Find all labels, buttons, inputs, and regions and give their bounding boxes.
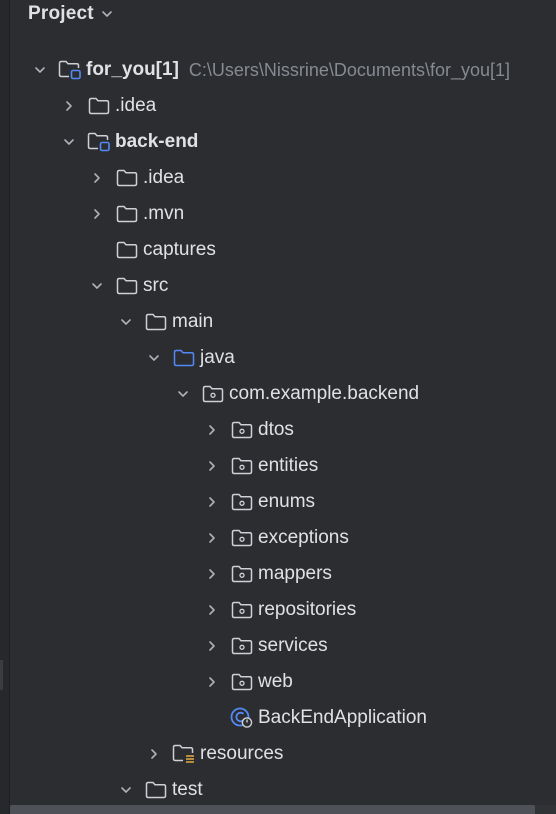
package-icon	[230, 491, 254, 513]
tree-node-label: java	[200, 347, 235, 368]
tree-node-label: exceptions	[258, 527, 349, 548]
tree-node-label: entities	[258, 455, 319, 476]
folder-icon	[115, 167, 139, 189]
chevron-right-icon[interactable]	[202, 492, 222, 512]
project-path: C:\Users\Nissrine\Documents\for_you[1]	[188, 59, 511, 80]
folder-icon	[87, 95, 111, 117]
chevron-right-icon[interactable]	[202, 636, 222, 656]
tree-node-label: .idea	[115, 95, 157, 116]
chevron-right-icon[interactable]	[59, 96, 79, 116]
chevron-right-icon[interactable]	[202, 564, 222, 584]
tree-node-resources[interactable]: resources	[0, 736, 556, 772]
chevron-right-icon[interactable]	[87, 204, 107, 224]
folder-icon	[115, 239, 139, 261]
tree-node-label: src	[143, 275, 169, 296]
package-icon	[230, 599, 254, 621]
chevron-down-icon[interactable]	[59, 132, 79, 152]
tree-node-label: services	[258, 635, 328, 656]
chevron-down-icon[interactable]	[116, 780, 136, 800]
tree-node-test[interactable]: test	[0, 772, 556, 808]
tree-node-label: web	[258, 671, 293, 692]
tree-node-for-you-1[interactable]: for_you[1] C:\Users\Nissrine\Documents\fo…	[0, 52, 556, 88]
tree-node-backendapplication[interactable]: BackEndApplication	[0, 700, 556, 736]
chevron-right-icon[interactable]	[202, 600, 222, 620]
module-folder-icon	[87, 131, 111, 153]
chevron-down-icon	[100, 7, 114, 21]
tree-node-idea[interactable]: .idea	[0, 88, 556, 124]
chevron-right-icon[interactable]	[144, 744, 164, 764]
resources-folder-icon	[172, 743, 196, 765]
package-icon	[230, 563, 254, 585]
tree-node-web[interactable]: web	[0, 664, 556, 700]
folder-icon	[115, 275, 139, 297]
chevron-right-icon[interactable]	[202, 672, 222, 692]
tree-node-label: resources	[200, 743, 284, 764]
tree-node-captures[interactable]: captures	[0, 232, 556, 268]
tree-node-label: for_you[1]	[86, 59, 179, 80]
tree-node-label: dtos	[258, 419, 294, 440]
spring-boot-class-icon	[230, 707, 254, 729]
tree-node-com-example-backend[interactable]: com.example.backend	[0, 376, 556, 412]
panel-title: Project	[28, 3, 94, 24]
project-view-selector[interactable]: Project	[28, 0, 114, 28]
folder-icon	[115, 203, 139, 225]
chevron-down-icon[interactable]	[173, 384, 193, 404]
tree-node-label: captures	[143, 239, 216, 260]
tree-node-mvn[interactable]: .mvn	[0, 196, 556, 232]
tree-node-mappers[interactable]: mappers	[0, 556, 556, 592]
tree-node-enums[interactable]: enums	[0, 484, 556, 520]
tree-node-repositories[interactable]: repositories	[0, 592, 556, 628]
package-icon	[230, 671, 254, 693]
chevron-down-icon[interactable]	[30, 60, 50, 80]
package-icon	[230, 419, 254, 441]
package-icon	[230, 635, 254, 657]
tree-node-label: com.example.backend	[229, 383, 420, 404]
tree-node-label: test	[172, 779, 203, 800]
tree-node-dtos[interactable]: dtos	[0, 412, 556, 448]
tree-node-exceptions[interactable]: exceptions	[0, 520, 556, 556]
chevron-down-icon[interactable]	[144, 348, 164, 368]
tree-node-java[interactable]: java	[0, 340, 556, 376]
folder-icon	[144, 779, 168, 801]
tree-node-idea[interactable]: .idea	[0, 160, 556, 196]
tree-node-src[interactable]: src	[0, 268, 556, 304]
folder-icon	[144, 311, 168, 333]
package-icon	[230, 527, 254, 549]
chevron-right-icon[interactable]	[202, 420, 222, 440]
tree-node-back-end[interactable]: back-end	[0, 124, 556, 160]
project-tree: for_you[1] C:\Users\Nissrine\Documents\fo…	[0, 52, 556, 808]
chevron-down-icon[interactable]	[87, 276, 107, 296]
tree-node-label: BackEndApplication	[258, 707, 427, 728]
chevron-right-icon[interactable]	[202, 456, 222, 476]
source-folder-icon	[172, 347, 196, 369]
tree-node-services[interactable]: services	[0, 628, 556, 664]
tree-node-label: repositories	[258, 599, 357, 620]
module-folder-icon	[58, 59, 82, 81]
package-icon	[201, 383, 225, 405]
tree-node-main[interactable]: main	[0, 304, 556, 340]
tree-node-label: .idea	[143, 167, 185, 188]
tree-node-label: main	[172, 311, 214, 332]
horizontal-scrollbar[interactable]	[10, 805, 535, 814]
tree-node-label: enums	[258, 491, 316, 512]
tree-node-label: .mvn	[143, 203, 185, 224]
tree-node-label: back-end	[115, 131, 199, 152]
chevron-right-icon[interactable]	[87, 168, 107, 188]
tree-node-entities[interactable]: entities	[0, 448, 556, 484]
chevron-right-icon[interactable]	[202, 528, 222, 548]
tree-node-label: mappers	[258, 563, 332, 584]
chevron-down-icon[interactable]	[116, 312, 136, 332]
package-icon	[230, 455, 254, 477]
